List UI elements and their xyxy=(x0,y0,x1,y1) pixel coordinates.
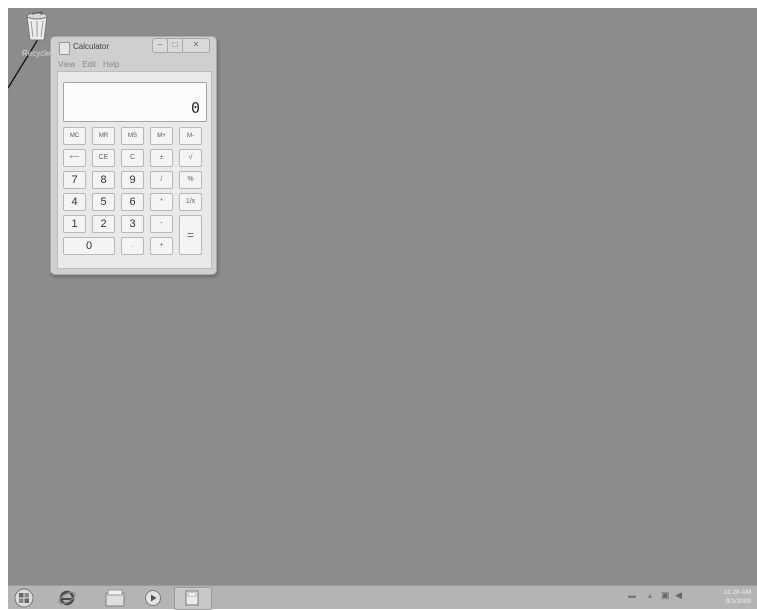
key-mr[interactable]: MR xyxy=(92,127,115,145)
key-plus-minus[interactable]: ± xyxy=(150,149,173,167)
menu-bar: View Edit Help xyxy=(58,60,119,69)
calculator-icon xyxy=(185,590,199,606)
maximize-button[interactable]: □ xyxy=(168,38,183,53)
start-button[interactable] xyxy=(12,588,36,608)
key-multiply[interactable]: * xyxy=(150,193,173,211)
key-1[interactable]: 1 xyxy=(63,215,86,233)
minimize-button[interactable]: – xyxy=(152,38,168,53)
menu-edit[interactable]: Edit xyxy=(82,60,96,69)
calculator-display: 0 xyxy=(63,82,207,122)
menu-help[interactable]: Help xyxy=(103,60,119,69)
key-decimal[interactable]: . xyxy=(121,237,144,255)
menu-view[interactable]: View xyxy=(58,60,75,69)
windows-explorer-icon[interactable] xyxy=(104,588,126,608)
key-4[interactable]: 4 xyxy=(63,193,86,211)
clock[interactable]: 11:28 AM 9/1/2009 xyxy=(703,588,751,606)
key-percent[interactable]: % xyxy=(179,171,202,189)
key-3[interactable]: 3 xyxy=(121,215,144,233)
close-button[interactable]: ✕ xyxy=(183,38,210,53)
key-c[interactable]: C xyxy=(121,149,144,167)
key-sqrt[interactable]: √ xyxy=(179,149,202,167)
key-subtract[interactable]: - xyxy=(150,215,173,233)
key-mc[interactable]: MC xyxy=(63,127,86,145)
key-m-plus[interactable]: M+ xyxy=(150,127,173,145)
key-divide[interactable]: / xyxy=(150,171,173,189)
key-reciprocal[interactable]: 1/x xyxy=(179,193,202,211)
key-0[interactable]: 0 xyxy=(63,237,115,255)
calculator-window: Calculator – □ ✕ View Edit Help 0 MC MR … xyxy=(50,36,217,275)
window-title: Calculator xyxy=(73,42,110,51)
key-7[interactable]: 7 xyxy=(63,171,86,189)
desktop: Recycle Bin Calculator – □ ✕ View Edit H… xyxy=(8,8,757,585)
tray-flag-icon[interactable]: ▬ xyxy=(628,591,636,600)
calculator-titlebar[interactable]: Calculator – □ ✕ xyxy=(51,37,216,58)
key-8[interactable]: 8 xyxy=(92,171,115,189)
tray-arrow-icon[interactable]: ▴ xyxy=(648,591,652,600)
key-backspace[interactable]: ⟵ xyxy=(63,149,86,167)
clock-date: 9/1/2009 xyxy=(725,598,751,605)
key-add[interactable]: + xyxy=(150,237,173,255)
display-value: 0 xyxy=(190,99,200,117)
volume-icon[interactable]: ◀ xyxy=(675,590,682,601)
key-6[interactable]: 6 xyxy=(121,193,144,211)
key-equals[interactable]: = xyxy=(179,215,202,255)
key-ce[interactable]: CE xyxy=(92,149,115,167)
calculator-body: 0 MC MR MS M+ M- ⟵ CE C ± √ 7 8 9 / % 4 … xyxy=(57,71,212,269)
clock-time: 11:28 AM xyxy=(724,589,751,596)
key-ms[interactable]: MS xyxy=(121,127,144,145)
calculator-taskbar-button[interactable] xyxy=(174,587,212,610)
media-player-icon[interactable] xyxy=(144,589,162,607)
recycle-bin-icon xyxy=(26,11,48,41)
key-5[interactable]: 5 xyxy=(92,193,115,211)
calculator-app-icon xyxy=(59,42,70,55)
internet-explorer-icon[interactable] xyxy=(57,588,77,608)
key-2[interactable]: 2 xyxy=(92,215,115,233)
network-icon[interactable]: ▣ xyxy=(661,590,670,601)
key-9[interactable]: 9 xyxy=(121,171,144,189)
taskbar: ▬ ▴ ▣ ◀ 11:28 AM 9/1/2009 xyxy=(8,585,757,610)
key-m-minus[interactable]: M- xyxy=(179,127,202,145)
